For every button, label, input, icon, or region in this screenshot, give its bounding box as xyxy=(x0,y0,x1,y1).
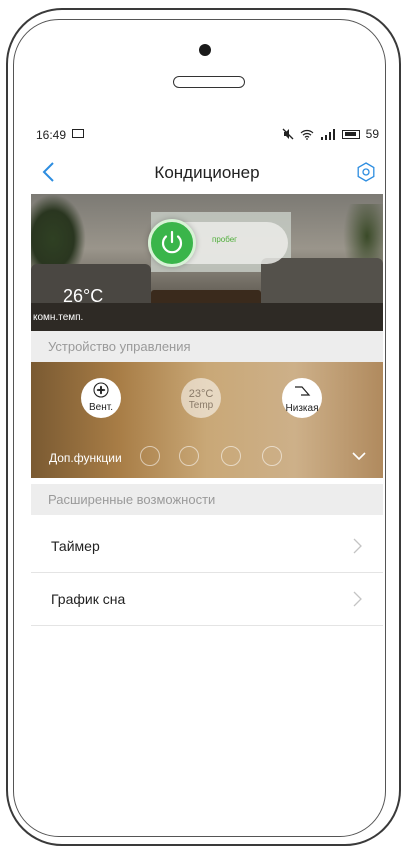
fan-speed-label: Низкая xyxy=(285,403,319,414)
swing-icon[interactable] xyxy=(140,446,160,466)
settings-gear-icon[interactable] xyxy=(355,161,377,183)
app-screen: 16:49 59 Кондиционер пробег 26°C комн.те… xyxy=(31,122,383,802)
eco-icon[interactable] xyxy=(221,446,241,466)
section-advanced-header: Расширенные возможности xyxy=(31,484,383,515)
fan-speed-icon xyxy=(295,386,311,396)
room-hero: пробег 26°C комн.темп. xyxy=(31,194,383,331)
image-notification-icon xyxy=(72,129,84,138)
chevron-right-icon xyxy=(353,591,362,607)
section-control-header: Устройство управления xyxy=(31,331,383,362)
battery-level: 59 xyxy=(365,127,379,141)
speaker-grille xyxy=(173,76,245,88)
control-panel: Вент. 23°C Temp Низкая Доп.функции xyxy=(31,362,383,478)
status-time: 16:49 xyxy=(36,128,67,142)
camera-icon xyxy=(199,44,211,56)
timer-label: Таймер xyxy=(51,538,100,554)
list-item-sleep-schedule[interactable]: График сна xyxy=(31,573,383,626)
sleep-schedule-label: График сна xyxy=(51,591,126,607)
room-temperature: 26°C xyxy=(63,286,104,306)
status-bar: 16:49 59 xyxy=(31,122,383,148)
chevron-right-icon xyxy=(353,538,362,554)
room-temperature-label: комн.темп. xyxy=(33,312,84,323)
power-icon xyxy=(161,230,183,254)
fan-mode-button[interactable]: Вент. xyxy=(81,378,121,418)
fan-icon xyxy=(93,382,109,398)
fan-mode-label: Вент. xyxy=(88,402,113,413)
set-temperature-value: 23°C xyxy=(188,388,214,400)
chevron-down-icon[interactable] xyxy=(351,448,367,464)
fan-speed-button[interactable]: Низкая xyxy=(282,378,322,418)
heat-icon[interactable] xyxy=(179,446,199,466)
power-button[interactable] xyxy=(148,219,196,267)
mute-icon xyxy=(282,128,294,140)
list-item-timer[interactable]: Таймер xyxy=(31,520,383,573)
run-status-label: пробег xyxy=(212,235,238,244)
wifi-icon xyxy=(300,129,314,140)
set-temperature-label: Temp xyxy=(188,400,214,411)
temperature-button[interactable]: 23°C Temp xyxy=(181,378,221,418)
battery-icon xyxy=(341,129,360,139)
page-title: Кондиционер xyxy=(154,163,260,182)
nav-bar: Кондиционер xyxy=(31,152,383,194)
status-icons: 59 xyxy=(282,127,379,141)
dry-icon[interactable] xyxy=(262,446,282,466)
signal-icon xyxy=(320,128,335,140)
extra-functions-label[interactable]: Доп.функции xyxy=(49,451,122,465)
